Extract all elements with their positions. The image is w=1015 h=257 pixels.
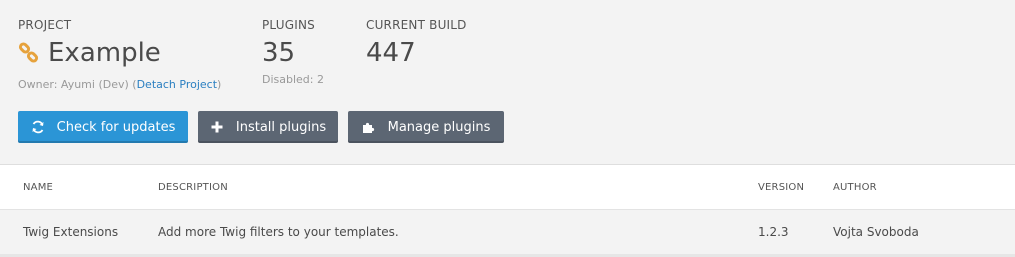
project-name: Example	[48, 38, 161, 68]
table-header: NAME DESCRIPTION VERSION AUTHOR	[0, 165, 1015, 210]
project-label: PROJECT	[18, 18, 72, 32]
plugins-count: 35	[262, 38, 296, 68]
plugins-table: NAME DESCRIPTION VERSION AUTHOR Twig Ext…	[0, 164, 1015, 257]
plus-icon	[210, 120, 224, 134]
puzzle-icon	[362, 120, 376, 134]
plugin-name: Twig Extensions	[23, 225, 119, 239]
owner-text: Owner: Ayumi (Dev) (	[18, 78, 137, 91]
check-updates-label: Check for updates	[56, 119, 176, 135]
project-header: PROJECT Example Owner: Ayumi (Dev) (Deta…	[0, 0, 1015, 164]
link-icon	[18, 42, 40, 64]
plugin-description: Add more Twig filters to your templates.	[158, 225, 399, 239]
plugins-disabled-count: Disabled: 2	[262, 73, 324, 86]
install-plugins-label: Install plugins	[235, 119, 327, 135]
current-build-number: 447	[366, 38, 416, 68]
column-header-version[interactable]: VERSION	[758, 182, 804, 193]
project-owner: Owner: Ayumi (Dev) (Detach Project)	[18, 78, 221, 91]
column-header-description[interactable]: DESCRIPTION	[158, 182, 228, 193]
project-title: Example	[18, 38, 161, 68]
plugin-author: Vojta Svoboda	[833, 225, 919, 239]
owner-suffix: )	[217, 78, 222, 91]
column-header-author[interactable]: AUTHOR	[833, 182, 877, 193]
plugins-label: PLUGINS	[262, 18, 315, 32]
refresh-icon	[31, 120, 45, 134]
table-row[interactable]: Twig Extensions Add more Twig filters to…	[0, 210, 1015, 257]
manage-plugins-button[interactable]: Manage plugins	[348, 111, 504, 143]
check-updates-button[interactable]: Check for updates	[18, 111, 188, 143]
manage-plugins-label: Manage plugins	[387, 119, 491, 135]
detach-project-link[interactable]: Detach Project	[137, 78, 217, 91]
plugin-version: 1.2.3	[758, 225, 789, 239]
install-plugins-button[interactable]: Install plugins	[198, 111, 338, 143]
column-header-name[interactable]: NAME	[23, 182, 53, 193]
current-build-label: CURRENT BUILD	[366, 18, 467, 32]
